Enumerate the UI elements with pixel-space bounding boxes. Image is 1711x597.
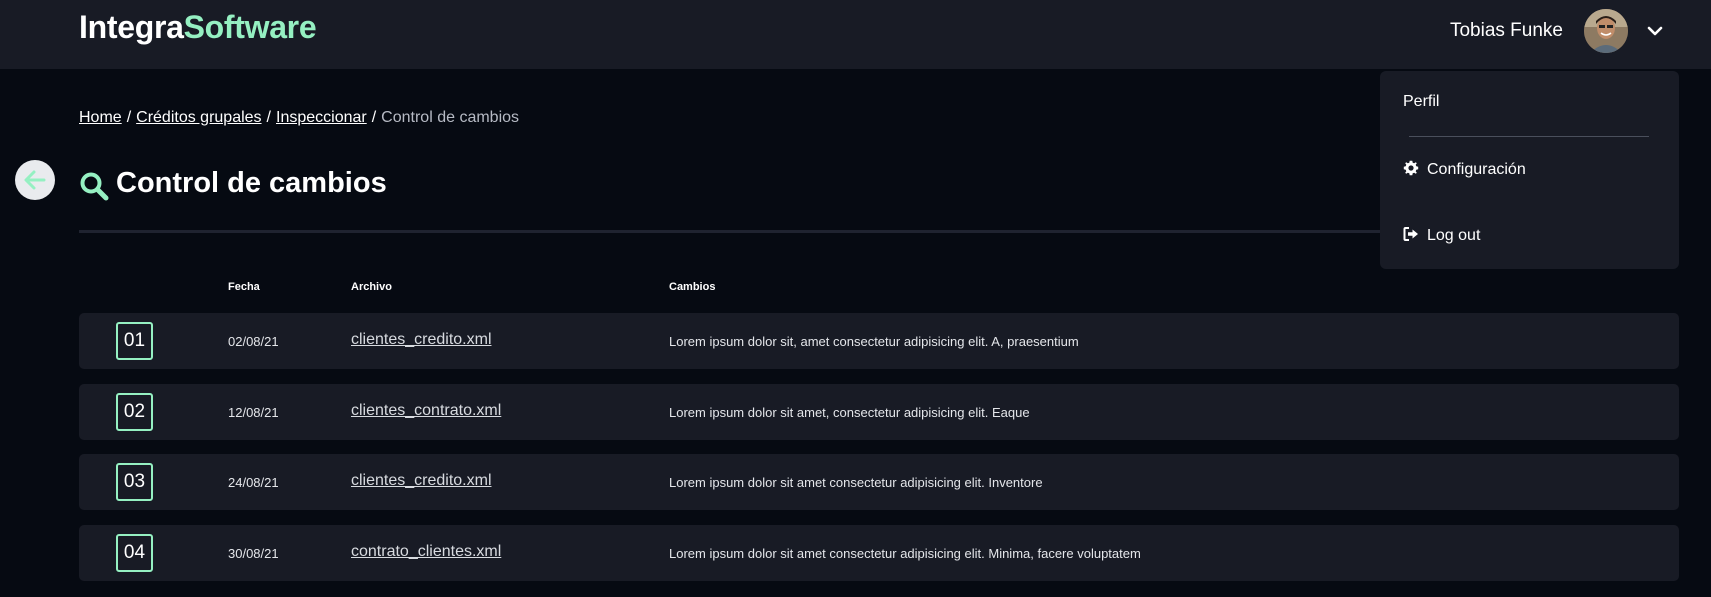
breadcrumb-separator: / bbox=[371, 109, 377, 126]
search-icon bbox=[79, 171, 109, 201]
top-navbar: IntegraSoftware Tobias Funke bbox=[0, 0, 1711, 69]
menu-divider bbox=[1409, 136, 1649, 137]
row-archivo-link[interactable]: clientes_contrato.xml bbox=[351, 402, 501, 420]
row-number-badge: 03 bbox=[116, 463, 153, 501]
gear-icon bbox=[1403, 160, 1419, 181]
breadcrumb: Home / Créditos grupales / Inspeccionar / Cont… bbox=[79, 109, 519, 127]
menu-item-logout[interactable]: Log out bbox=[1403, 226, 1480, 247]
logout-icon bbox=[1403, 226, 1419, 247]
column-header-cambios: Cambios bbox=[669, 281, 716, 293]
chevron-down-icon[interactable] bbox=[1645, 21, 1665, 41]
menu-item-configuracion-label: Configuración bbox=[1427, 161, 1526, 178]
logo-text-software: Software bbox=[183, 9, 317, 45]
user-dropdown-menu: Perfil Configuración Log out bbox=[1380, 71, 1679, 269]
menu-item-perfil[interactable]: Perfil bbox=[1403, 93, 1439, 111]
row-archivo-link[interactable]: clientes_credito.xml bbox=[351, 331, 492, 349]
row-number-badge: 01 bbox=[116, 322, 153, 360]
table-row: 01 02/08/21 clientes_credito.xml Lorem i… bbox=[79, 313, 1679, 369]
row-cambios: Lorem ipsum dolor sit, amet consectetur … bbox=[669, 334, 1079, 349]
arrow-left-icon bbox=[24, 170, 46, 190]
user-name[interactable]: Tobias Funke bbox=[1450, 20, 1563, 42]
column-header-fecha: Fecha bbox=[228, 281, 260, 293]
row-number-badge: 04 bbox=[116, 534, 153, 572]
row-number-badge: 02 bbox=[116, 393, 153, 431]
row-fecha: 30/08/21 bbox=[228, 546, 279, 561]
menu-item-logout-label: Log out bbox=[1427, 227, 1481, 244]
breadcrumb-home[interactable]: Home bbox=[79, 109, 122, 126]
row-archivo-link[interactable]: contrato_clientes.xml bbox=[351, 543, 501, 561]
row-cambios: Lorem ipsum dolor sit amet consectetur a… bbox=[669, 475, 1043, 490]
row-archivo-link[interactable]: clientes_credito.xml bbox=[351, 472, 492, 490]
page-title: Control de cambios bbox=[116, 167, 387, 199]
breadcrumb-current: Control de cambios bbox=[381, 109, 520, 126]
menu-item-perfil-label: Perfil bbox=[1403, 93, 1440, 110]
breadcrumb-separator: / bbox=[126, 109, 132, 126]
row-fecha: 12/08/21 bbox=[228, 405, 279, 420]
column-header-archivo: Archivo bbox=[351, 281, 392, 293]
breadcrumb-creditos-grupales[interactable]: Créditos grupales bbox=[136, 109, 261, 126]
avatar[interactable] bbox=[1584, 9, 1628, 53]
app-logo[interactable]: IntegraSoftware bbox=[79, 9, 317, 46]
row-fecha: 02/08/21 bbox=[228, 334, 279, 349]
table-row: 02 12/08/21 clientes_contrato.xml Lorem … bbox=[79, 384, 1679, 440]
row-cambios: Lorem ipsum dolor sit amet, consectetur … bbox=[669, 405, 1030, 420]
row-fecha: 24/08/21 bbox=[228, 475, 279, 490]
back-button[interactable] bbox=[15, 160, 55, 200]
breadcrumb-separator: / bbox=[266, 109, 271, 126]
menu-item-configuracion[interactable]: Configuración bbox=[1403, 160, 1526, 181]
table-row: 04 30/08/21 contrato_clientes.xml Lorem … bbox=[79, 525, 1679, 581]
breadcrumb-inspeccionar[interactable]: Inspeccionar bbox=[276, 109, 367, 126]
logo-text-integra: Integra bbox=[79, 9, 184, 45]
table-row: 03 24/08/21 clientes_credito.xml Lorem i… bbox=[79, 454, 1679, 510]
row-cambios: Lorem ipsum dolor sit amet consectetur a… bbox=[669, 546, 1141, 561]
